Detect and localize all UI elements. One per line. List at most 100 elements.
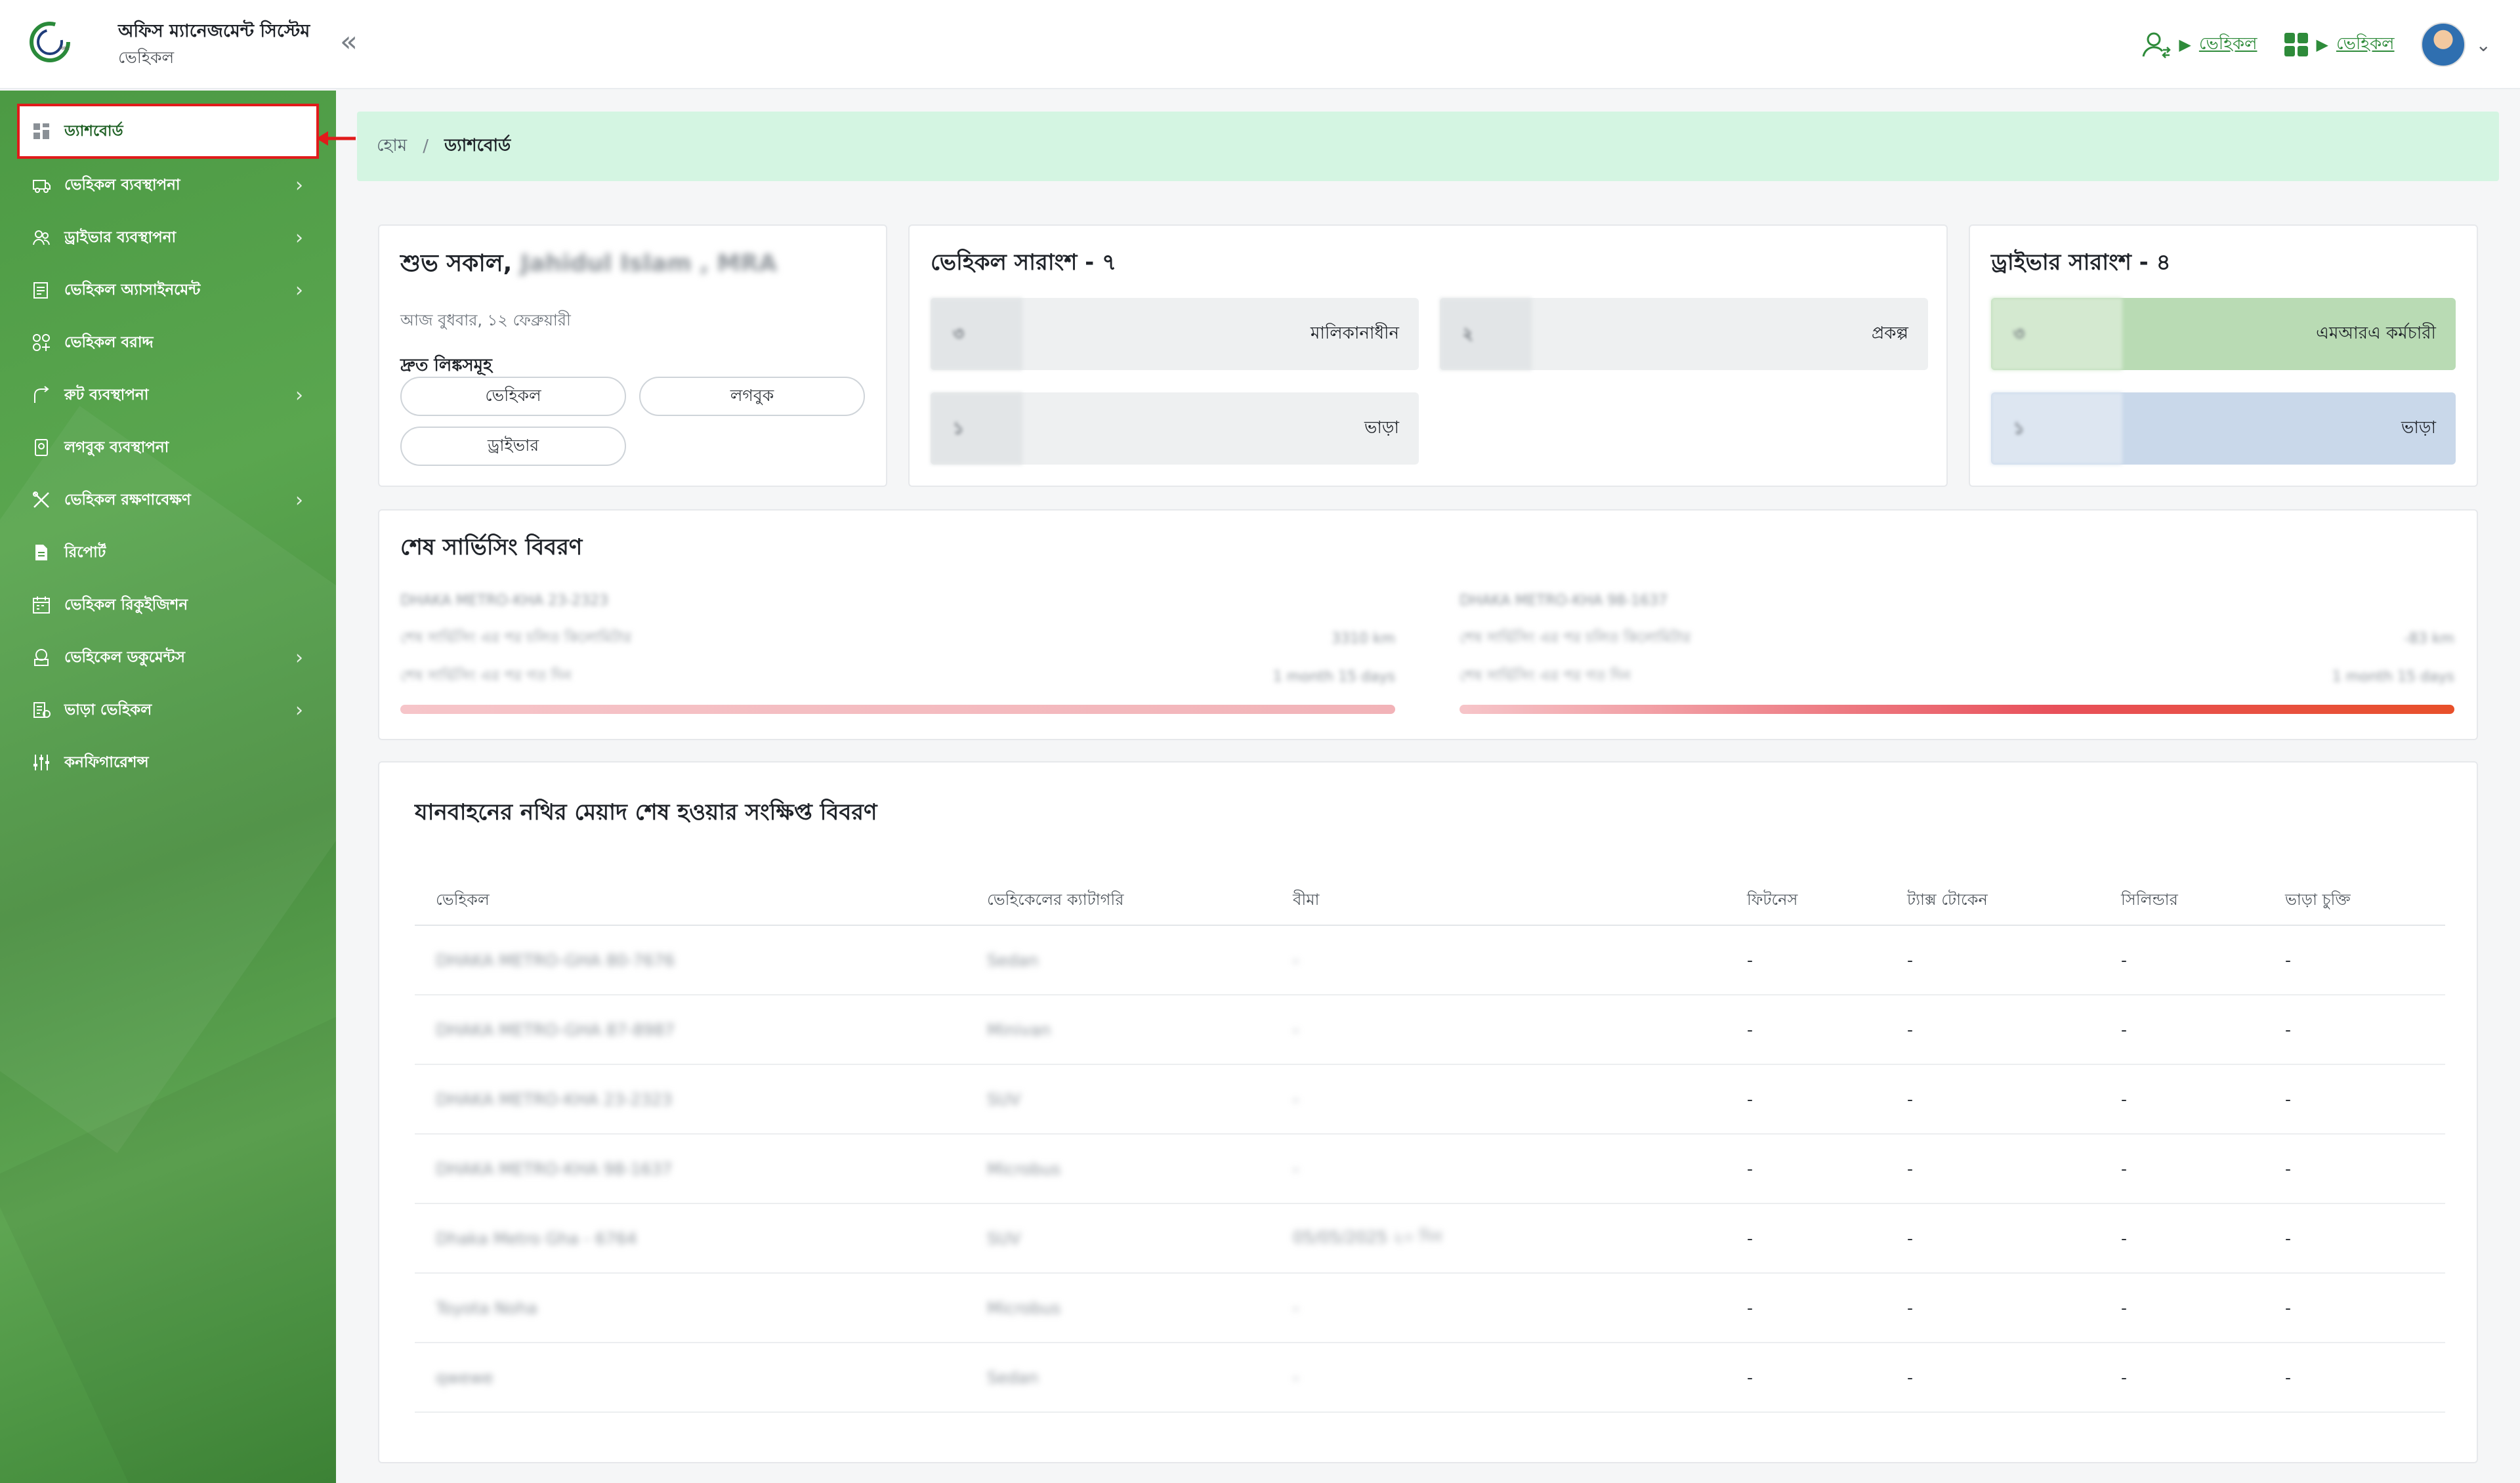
cell-tax-token: -: [1886, 1273, 2100, 1343]
cell-vehicle[interactable]: qwewe: [415, 1343, 966, 1413]
table-row[interactable]: DHAKA METRO-GHA 87-8987 Minivan - - - - -: [415, 995, 2445, 1065]
org-logo[interactable]: MRA: [29, 18, 76, 66]
breadcrumb: হোম / ড্যাশবোর্ড: [357, 112, 2499, 181]
cell-fitness: -: [1726, 1203, 1886, 1274]
sidebar-item-label: ড্রাইভার ব্যবস্থাপনা: [64, 228, 177, 246]
cell-vehicle[interactable]: DHAKA METRO-KHA 23-2323: [415, 1064, 966, 1135]
cell-vehicle[interactable]: Dhaka Metro Gha - 6764: [415, 1203, 966, 1274]
document-expiry-title: যানবাহনের নথির মেয়াদ শেষ হওয়ার সংক্ষিপ…: [415, 799, 877, 825]
stat-label: ভাড়া: [2401, 418, 2436, 438]
cell-vehicle[interactable]: Toyota Noha: [415, 1273, 966, 1343]
cell-cylinder: -: [2100, 1134, 2264, 1204]
column-header-cylinder[interactable]: সিলিন্ডার: [2100, 877, 2264, 926]
cell-vehicle[interactable]: DHAKA METRO-KHA 98-1637: [415, 1134, 966, 1204]
stat-owned-vehicles[interactable]: ৩ মালিকানাধীন: [931, 298, 1419, 370]
sidebar-item-label: ভেহিকল রক্ষণাবেক্ষণ: [64, 491, 191, 509]
greeting-text: শুভ সকাল,: [400, 250, 513, 277]
sidebar-item-dashboard[interactable]: ড্যাশবোর্ড: [17, 104, 319, 159]
user-name: Jahidul Islam , MRA: [520, 250, 777, 277]
sidebar-item-vehicle-management[interactable]: ভেহিকল ব্যবস্থাপনা ›: [0, 159, 336, 211]
chevron-down-icon[interactable]: ⌄: [2476, 34, 2491, 56]
column-header-rent-agreement[interactable]: ভাড়া চুক্তি: [2264, 877, 2445, 926]
greeting-heading: শুভ সকাল, Jahidul Islam , MRA: [400, 245, 865, 285]
stat-project-vehicles[interactable]: ২ প্রকল্প: [1440, 298, 1928, 370]
table-body: DHAKA METRO-GHA 80-7676 Sedan - - - - - DHAKA M…: [415, 925, 2445, 1413]
stat-label: মালিকানাধীন: [1310, 324, 1399, 343]
stat-rented-drivers[interactable]: ১ ভাড়া: [1991, 392, 2456, 465]
driver-summary-card: ড্রাইভার সারাংশ - ৪ ৩ এমআরএ কর্মচারী ১ ভ…: [1969, 224, 2478, 487]
column-header-vehicle[interactable]: ভেহিকল: [415, 877, 966, 926]
user-switch-link[interactable]: ▶ ভেহিকল: [2141, 29, 2257, 60]
stat-label: প্রকল্প: [1871, 324, 1908, 343]
cell-vehicle[interactable]: DHAKA METRO-GHA 87-8987: [415, 995, 966, 1065]
cell-tax-token: -: [1886, 1064, 2100, 1135]
table-row[interactable]: Toyota Noha Microbus - - - - -: [415, 1273, 2445, 1343]
sidebar-item-vehicle-allocation[interactable]: ভেহিকল বরাদ্দ: [0, 316, 336, 369]
app-subtitle: ভেহিকল: [118, 48, 175, 67]
highlight-arrow-icon: [316, 131, 356, 146]
rent-icon: [32, 700, 51, 720]
chevron-right-icon: ›: [295, 226, 303, 249]
header-vehicle-link-1[interactable]: ভেহিকল: [2199, 30, 2258, 59]
user-avatar[interactable]: [2420, 22, 2466, 67]
table-row[interactable]: DHAKA METRO-GHA 80-7676 Sedan - - - - -: [415, 925, 2445, 995]
sidebar-item-configurations[interactable]: কনফিগারেশন্স: [0, 736, 336, 789]
sidebar-item-vehicle-documents[interactable]: ভেহিকেল ডকুমেন্টস ›: [0, 631, 336, 684]
quick-link-logbook-button[interactable]: লগবুক: [639, 377, 865, 416]
sidebar-item-vehicle-assignment[interactable]: ভেহিকল অ্যাসাইনমেন্ট ›: [0, 264, 336, 316]
column-header-tax-token[interactable]: ট্যাক্স টোকেন: [1886, 877, 2100, 926]
servicing-km-label: শেষ সার্ভিসিং এর পর চলিত কিলোমিটার: [1460, 629, 1691, 646]
stat-label: ভাড়া: [1364, 418, 1399, 438]
sidebar-item-label: লগবুক ব্যবস্থাপনা: [64, 438, 169, 456]
table-row[interactable]: DHAKA METRO-KHA 23-2323 SUV - - - - -: [415, 1064, 2445, 1135]
table-row[interactable]: Dhaka Metro Gha - 6764 SUV 05/05/2025 ২০ দ…: [415, 1203, 2445, 1274]
cell-rent-agreement: -: [2264, 1343, 2445, 1413]
cell-cylinder: -: [2100, 1273, 2264, 1343]
cell-rent-agreement: -: [2264, 925, 2445, 995]
column-header-insurance[interactable]: বীমা: [1272, 877, 1726, 926]
clipboard-icon: [32, 280, 51, 300]
sidebar-item-route-management[interactable]: রুট ব্যবস্থাপনা ›: [0, 369, 336, 421]
servicing-item: DHAKA METRO-KHA 98-1637 শেষ সার্ভিসিং এর…: [1460, 581, 2454, 714]
brand: অফিস ম্যানেজমেন্ট সিস্টেম ভেহিকল: [118, 18, 310, 71]
header-actions: ▶ ভেহিকল ▶ ভেহিকল ⌄: [2141, 20, 2491, 70]
sidebar-item-label: ড্যাশবোর্ড: [64, 122, 123, 140]
sidebar-item-vehicle-requisition[interactable]: ভেহিকল রিকুইজিশন: [0, 579, 336, 631]
quick-link-vehicle-button[interactable]: ভেহিকল: [400, 377, 626, 416]
dashboard-icon: [32, 121, 51, 141]
stat-label: এমআরএ কর্মচারী: [2316, 324, 2436, 343]
cell-insurance: -: [1272, 1343, 1726, 1413]
servicing-days-row: শেষ সার্ভিসিং এর পর গত দিন 1 month 15 day…: [1460, 658, 2454, 696]
sidebar-item-rent-vehicle[interactable]: ভাড়া ভেহিকল ›: [0, 684, 336, 736]
collapse-sidebar-button[interactable]: «: [340, 28, 369, 58]
servicing-vehicle: DHAKA METRO-KHA 98-1637: [1460, 592, 1668, 609]
cell-fitness: -: [1726, 1343, 1886, 1413]
breadcrumb-home-link[interactable]: হোম: [377, 132, 407, 161]
column-header-category[interactable]: ভেহিকেলের ক্যাটাগরি: [966, 877, 1272, 926]
servicing-km-row: শেষ সার্ভিসিং এর পর চলিত কিলোমিটার 3310 k…: [400, 619, 1395, 658]
stat-count: ১: [1991, 392, 2122, 465]
sidebar: ড্যাশবোর্ড ভেহিকল ব্যবস্থাপনা › ড্রাইভার…: [0, 91, 336, 1483]
chevron-right-icon: ›: [295, 383, 303, 407]
stat-count: ১: [931, 392, 1022, 465]
sidebar-item-vehicle-maintenance[interactable]: ভেহিকল রক্ষণাবেক্ষণ ›: [0, 474, 336, 526]
cell-fitness: -: [1726, 995, 1886, 1065]
sidebar-item-logbook-management[interactable]: লগবুক ব্যবস্থাপনা: [0, 421, 336, 474]
servicing-km-row: শেষ সার্ভিসিং এর পর চলিত কিলোমিটার -83 km: [1460, 619, 2454, 658]
column-header-fitness[interactable]: ফিটনেস: [1726, 877, 1886, 926]
last-servicing-card: শেষ সার্ভিসিং বিবরণ DHAKA METRO-KHA 23-2…: [378, 509, 2478, 740]
table-row[interactable]: qwewe Sedan - - - - -: [415, 1343, 2445, 1413]
stat-rented-vehicles[interactable]: ১ ভাড়া: [931, 392, 1419, 465]
cell-vehicle[interactable]: DHAKA METRO-GHA 80-7676: [415, 925, 966, 995]
stat-count: ৩: [1991, 298, 2122, 370]
header-vehicle-link-2[interactable]: ভেহিকল: [2336, 30, 2395, 59]
table-row[interactable]: DHAKA METRO-KHA 98-1637 Microbus - - - - -: [415, 1134, 2445, 1204]
sidebar-item-label: রিপোর্ট: [64, 543, 106, 561]
quick-link-driver-button[interactable]: ড্রাইভার: [400, 427, 626, 466]
servicing-progress-bar: [1460, 705, 2454, 714]
module-switch-link[interactable]: ▶ ভেহিকল: [2283, 30, 2395, 59]
sidebar-item-driver-management[interactable]: ড্রাইভার ব্যবস্থাপনা ›: [0, 211, 336, 264]
stat-mra-employee-drivers[interactable]: ৩ এমআরএ কর্মচারী: [1991, 298, 2456, 370]
cell-rent-agreement: -: [2264, 995, 2445, 1065]
sidebar-item-report[interactable]: রিপোর্ট: [0, 526, 336, 579]
